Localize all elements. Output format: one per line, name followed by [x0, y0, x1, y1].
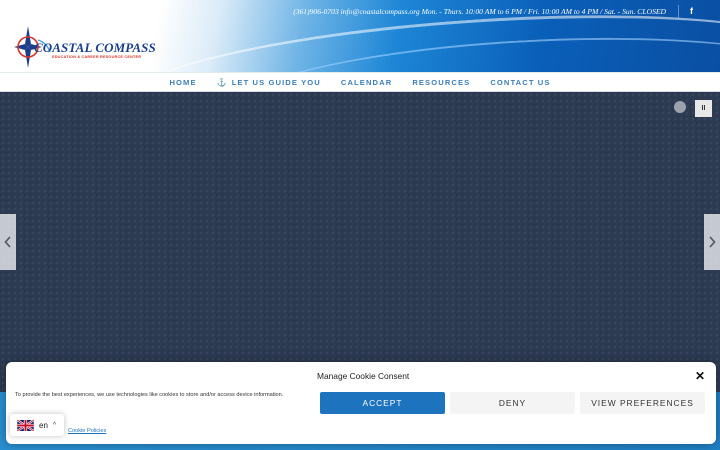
chevron-left-icon	[4, 236, 11, 248]
close-icon[interactable]: ✕	[694, 370, 706, 382]
slider-next-button[interactable]	[704, 214, 720, 270]
deny-button[interactable]: DENY	[450, 392, 575, 414]
chevron-up-icon: ^	[52, 421, 57, 429]
slider-prev-button[interactable]	[0, 214, 16, 270]
site-logo[interactable]: COASTAL COMPASS EDUCATION & CAREER RESOU…	[14, 26, 156, 68]
nav-item-label: CALENDAR	[340, 77, 393, 87]
slider-pause-button[interactable]: II	[695, 100, 712, 117]
accept-button[interactable]: ACCEPT	[320, 392, 445, 414]
hero-slider	[0, 92, 720, 392]
nav-item-label: LET US GUIDE YOU	[231, 77, 321, 87]
language-label: en	[39, 420, 48, 430]
main-navigation: HOME ⚓ LET US GUIDE YOU CALENDAR RESOURC…	[0, 72, 720, 92]
contact-info-bar: (361)906-0703 info@coastalcompass.org Mo…	[293, 7, 666, 16]
chevron-right-icon	[709, 236, 716, 248]
logo-subtitle: EDUCATION & CAREER RESOURCE CENTER	[52, 55, 142, 59]
nav-item-calendar[interactable]: CALENDAR	[331, 78, 402, 87]
nav-item-label: RESOURCES	[412, 77, 471, 87]
nav-item-contact-us[interactable]: CONTACT US	[480, 78, 560, 87]
view-preferences-button[interactable]: VIEW PREFERENCES	[580, 392, 705, 414]
nav-item-home[interactable]: HOME	[159, 78, 206, 87]
nav-item-let-us-guide-you[interactable]: ⚓ LET US GUIDE YOU	[207, 78, 331, 87]
slider-dot[interactable]	[674, 101, 686, 113]
language-switcher[interactable]: en ^	[10, 414, 64, 436]
logo-title: COASTAL COMPASS	[34, 40, 156, 55]
cookie-message: To provide the best experiences, we use …	[15, 392, 284, 398]
cookie-title: Manage Cookie Consent	[317, 371, 410, 381]
uk-flag-icon	[17, 419, 34, 431]
nav-item-label: CONTACT US	[490, 77, 551, 87]
cookie-policy-link[interactable]: Cookie Policies	[68, 428, 106, 434]
cookie-consent-panel: Manage Cookie Consent ✕ To provide the b…	[6, 362, 716, 444]
anchor-icon: ⚓	[216, 77, 228, 87]
facebook-icon[interactable]: f	[678, 5, 698, 18]
nav-item-label: HOME	[169, 77, 197, 87]
nav-item-resources[interactable]: RESOURCES	[402, 78, 480, 87]
